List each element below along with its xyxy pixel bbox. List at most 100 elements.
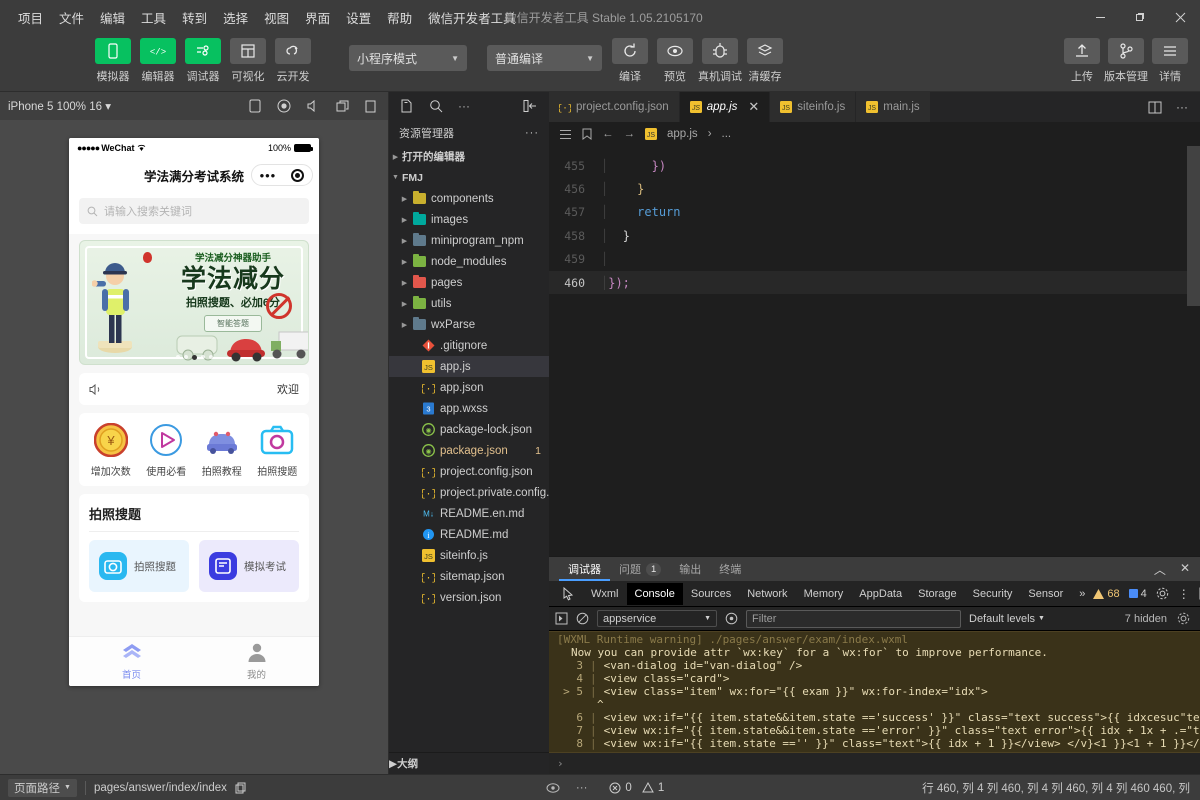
toolbar-button-left-1[interactable]: </> 编辑器 [140, 38, 176, 84]
editor-tab-app.js[interactable]: JS app.js ✕ [679, 92, 771, 122]
menu-item-1[interactable]: 文件 [51, 4, 92, 31]
menu-item-0[interactable]: 项目 [10, 4, 51, 31]
device-selector[interactable]: iPhone 5 100% 16 ▾ [8, 99, 111, 113]
devtools-tab-Security[interactable]: Security [965, 583, 1021, 605]
toolbar-button-left-3[interactable]: 可视化 [230, 38, 266, 84]
record-icon[interactable] [277, 99, 291, 113]
explorer-item-app.wxss[interactable]: 3 app.wxss [389, 398, 549, 419]
bookmark-icon[interactable] [582, 128, 592, 140]
chevron-up-icon[interactable]: ︿ [1154, 561, 1166, 578]
menu-item-5[interactable]: 选择 [215, 4, 256, 31]
execute-icon[interactable] [555, 612, 568, 625]
search-icon[interactable] [429, 99, 444, 114]
close-tab-icon[interactable]: ✕ [748, 99, 759, 115]
quick-menu-item-0[interactable]: ¥ 增加次数 [83, 423, 139, 478]
code-area[interactable]: 455 │ }) 456 │ } 457 │ return 458 │ } 459 │ 460 │})… [549, 146, 1200, 556]
explorer-item-images[interactable]: ▶ images [389, 209, 549, 230]
split-editor-icon[interactable] [1148, 101, 1162, 114]
section-card-1[interactable]: 模拟考试 [199, 540, 299, 592]
devtools-tab-overflow[interactable]: » [1071, 583, 1093, 605]
toolbar-button-mid-0[interactable]: 编译 [612, 38, 648, 84]
devtools-tab-Network[interactable]: Network [739, 583, 795, 605]
settings-icon[interactable] [1177, 612, 1190, 625]
promo-banner[interactable]: 学法减分神器助手 学法减分 拍照搜题、必加6分 智能答题 [79, 240, 309, 365]
explorer-item-siteinfo.js[interactable]: JS siteinfo.js [389, 545, 549, 566]
console-output[interactable]: [WXML Runtime warning] ./pages/answer/ex… [549, 631, 1200, 774]
explorer-item-miniprogram_npm[interactable]: ▶ miniprogram_npm [389, 230, 549, 251]
toolbar-button-left-0[interactable]: 模拟器 [95, 38, 131, 84]
warning-indicator[interactable]: 68 [1093, 588, 1120, 600]
explorer-item-node_modules[interactable]: ▶ node_modules [389, 251, 549, 272]
explorer-project-root[interactable]: ▼ FMJ [389, 167, 549, 188]
toolbar-button-left-2[interactable]: 调试器 [185, 38, 221, 84]
phone-tab-0[interactable]: 首页 [69, 637, 194, 686]
volume-icon[interactable] [307, 100, 320, 112]
explorer-item-.gitignore[interactable]: .gitignore [389, 335, 549, 356]
clear-console-icon[interactable] [576, 612, 589, 625]
toolbar-button-right-0[interactable]: 上传 [1064, 38, 1100, 84]
toolbar-button-left-4[interactable]: 云开发 [275, 38, 311, 84]
menu-item-4[interactable]: 转到 [174, 4, 215, 31]
editor-tab-siteinfo.js[interactable]: JS siteinfo.js [770, 92, 857, 122]
section-card-0[interactable]: 拍照搜题 [89, 540, 189, 592]
error-indicator[interactable]: 4 [1128, 588, 1147, 600]
search-input[interactable]: 请输入搜索关键词 [79, 198, 309, 224]
explorer-item-README.md[interactable]: i README.md [389, 524, 549, 545]
breadcrumb-rest[interactable]: ... [722, 128, 732, 140]
context-select[interactable]: appservice ▼ [597, 610, 717, 627]
quick-menu-item-1[interactable]: 使用必看 [139, 423, 195, 478]
collapse-sidebar-icon[interactable] [523, 99, 538, 113]
eye-icon[interactable] [546, 782, 560, 794]
explorer-item-package-lock.json[interactable]: ◉ package-lock.json [389, 419, 549, 440]
phone-tab-1[interactable]: 我的 [194, 637, 319, 686]
explorer-item-project.config.json[interactable]: {·} project.config.json [389, 461, 549, 482]
editor-scrollbar[interactable] [1187, 146, 1200, 306]
menu-item-3[interactable]: 工具 [133, 4, 174, 31]
panel-tab-问题[interactable]: 问题 1 [610, 557, 670, 581]
wechat-capsule[interactable]: ••• [251, 164, 313, 186]
toolbar-button-mid-2[interactable]: 真机调试 [698, 38, 742, 84]
forward-icon[interactable]: → [624, 128, 636, 140]
explorer-item-utils[interactable]: ▶ utils [389, 293, 549, 314]
more-vertical-icon[interactable]: ⋮ [1178, 587, 1190, 601]
explorer-item-pages[interactable]: ▶ pages [389, 272, 549, 293]
inspect-element-icon[interactable] [553, 586, 583, 601]
menu-item-8[interactable]: 设置 [338, 4, 379, 31]
toolbar-button-right-2[interactable]: 详情 [1152, 38, 1188, 84]
outline-section[interactable]: ▶ 大纲 [389, 752, 549, 774]
explorer-item-app.js[interactable]: JS app.js [389, 356, 549, 377]
problems-indicator[interactable]: 0 1 [609, 781, 664, 794]
minimize-button[interactable] [1080, 0, 1120, 34]
explorer-item-sitemap.json[interactable]: {·} sitemap.json [389, 566, 549, 587]
log-levels-select[interactable]: Default levels ▼ [969, 613, 1045, 625]
explorer-item-components[interactable]: ▶ components [389, 188, 549, 209]
page-path-selector[interactable]: 页面路径 ▼ [8, 778, 77, 797]
menu-item-7[interactable]: 界面 [297, 4, 338, 31]
explorer-open-editors[interactable]: ▶ 打开的编辑器 [389, 146, 549, 167]
fullscreen-icon[interactable] [365, 100, 376, 113]
close-button[interactable] [1160, 0, 1200, 34]
toolbar-button-mid-3[interactable]: 清缓存 [747, 38, 783, 84]
toolbar-button-right-1[interactable]: 版本管理 [1104, 38, 1148, 84]
cursor-position[interactable]: 行 460, 列 4 列 460, 列 4 列 460, 列 4 列 460 4… [922, 780, 1200, 796]
toolbar-button-mid-1[interactable]: 预览 [657, 38, 693, 84]
menu-item-10[interactable]: 微信开发者工具 [420, 4, 524, 31]
menu-item-6[interactable]: 视图 [256, 4, 297, 31]
panel-tab-输出[interactable]: 输出 [670, 557, 710, 581]
devtools-tab-Wxml[interactable]: Wxml [583, 583, 627, 605]
devtools-tab-Console[interactable]: Console [626, 582, 683, 605]
devtools-tab-AppData[interactable]: AppData [851, 583, 910, 605]
explorer-item-README.en.md[interactable]: M↓ README.en.md [389, 503, 549, 524]
more-icon[interactable]: ··· [576, 782, 588, 794]
compile-select[interactable]: 普通编译 ▼ [487, 45, 602, 71]
close-icon[interactable]: ✕ [1180, 561, 1190, 578]
breadcrumb-file[interactable]: app.js [667, 128, 698, 140]
eye-icon[interactable] [725, 612, 738, 625]
panel-tab-终端[interactable]: 终端 [710, 557, 750, 581]
explorer-item-version.json[interactable]: {·} version.json [389, 587, 549, 608]
more-icon[interactable]: ··· [1176, 100, 1188, 114]
explorer-item-project.private.config.js...[interactable]: {·} project.private.config.js... [389, 482, 550, 503]
quick-menu-item-2[interactable]: 拍照教程 [194, 423, 250, 478]
devtools-tab-Memory[interactable]: Memory [796, 583, 852, 605]
banner-pagination[interactable] [80, 355, 308, 360]
